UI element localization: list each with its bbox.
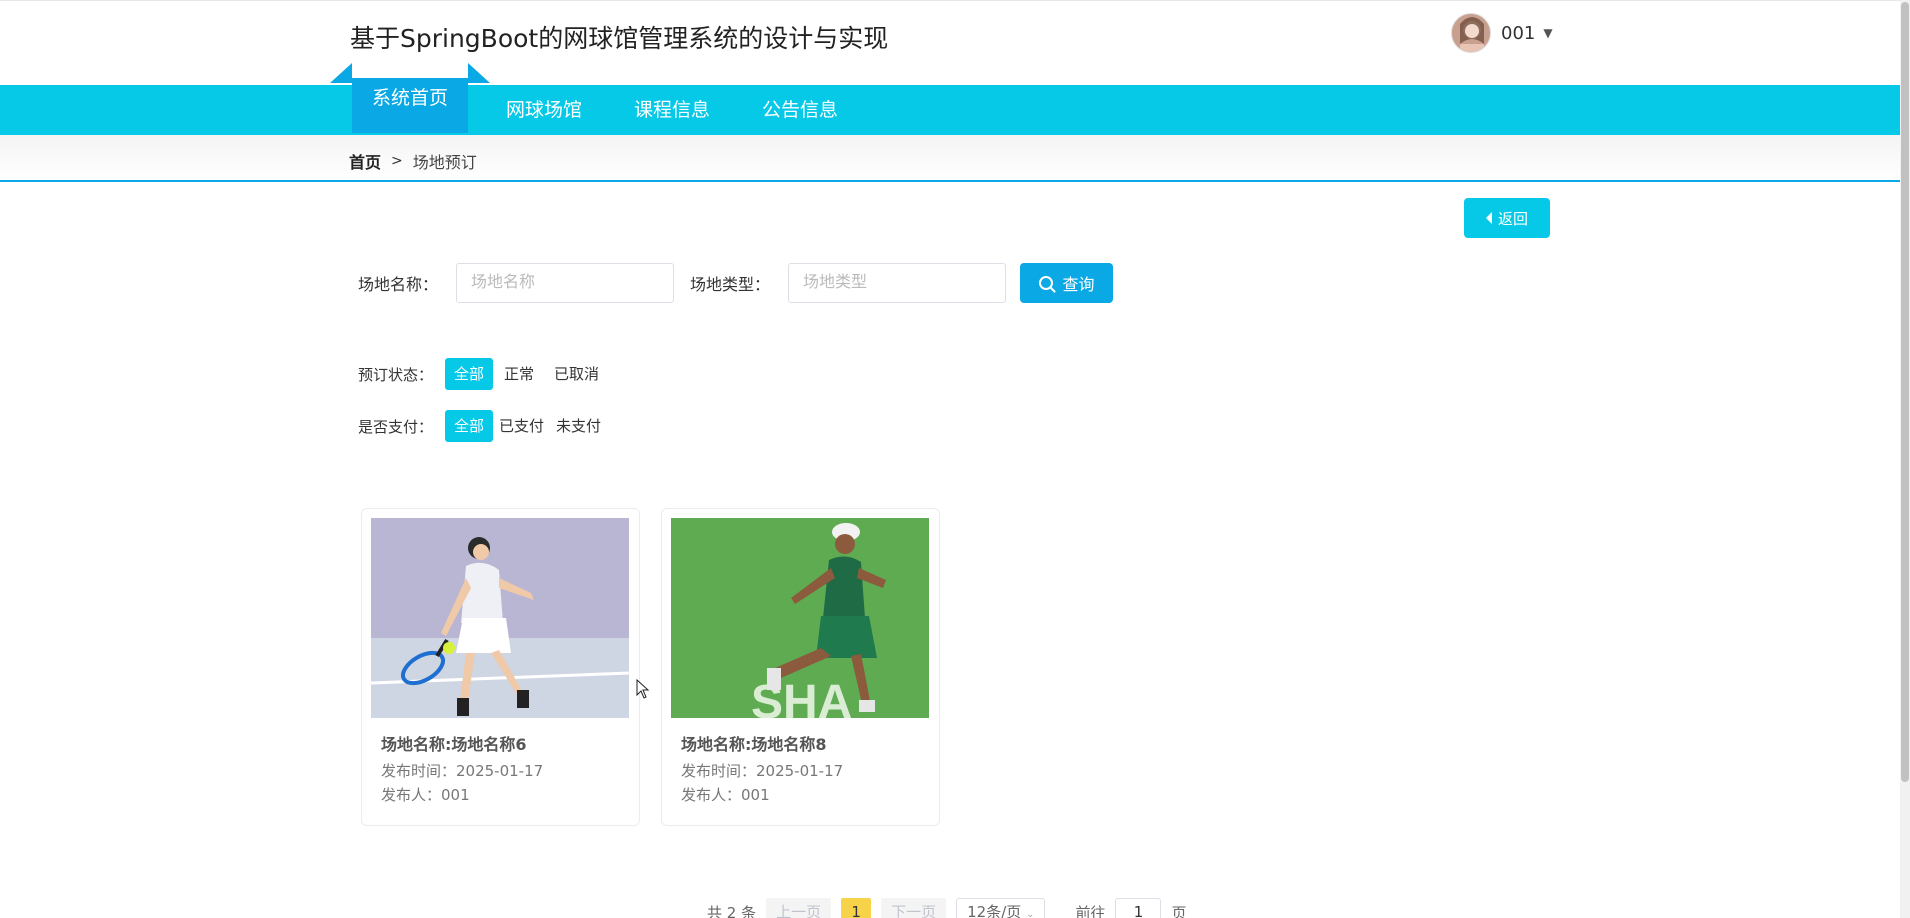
breadcrumb: 首页 > 场地预订 bbox=[349, 149, 477, 173]
venue-card-title: 场地名称:场地名称8 bbox=[681, 735, 827, 754]
pagination-total: 共 2 条 bbox=[707, 903, 757, 918]
caret-left-icon bbox=[1485, 212, 1492, 224]
nav-item-home[interactable]: 系统首页 bbox=[329, 62, 491, 133]
venue-card-time: 发布时间：2025-01-17 bbox=[381, 762, 544, 780]
status-option-cancelled[interactable]: 已取消 bbox=[545, 358, 608, 390]
back-button[interactable]: 返回 bbox=[1464, 198, 1550, 238]
status-option-normal[interactable]: 正常 bbox=[495, 358, 543, 390]
status-option-all[interactable]: 全部 bbox=[445, 358, 494, 390]
back-button-label: 返回 bbox=[1497, 209, 1528, 228]
page: 基于SpringBoot的网球馆管理系统的设计与实现 001 ▼ 系统首页 网球… bbox=[0, 0, 1910, 918]
goto-suffix: 页 bbox=[1171, 903, 1187, 918]
breadcrumb-bar: 首页 > 场地预订 bbox=[0, 135, 1900, 182]
main-nav: 系统首页 网球场馆 课程信息 公告信息 bbox=[0, 62, 1900, 135]
nav-item-venues[interactable]: 网球场馆 bbox=[480, 85, 608, 135]
caret-down-icon[interactable]: ▼ bbox=[1543, 26, 1552, 40]
search-icon bbox=[1038, 276, 1053, 290]
page-size-value: 12条/页 bbox=[967, 903, 1022, 918]
venue-card-list: 场地名称:场地名称6 发布时间：2025-01-17 发布人：001 SHA 场… bbox=[361, 508, 940, 826]
venue-type-input[interactable] bbox=[788, 263, 1007, 303]
venue-name-input[interactable] bbox=[456, 263, 675, 303]
query-button[interactable]: 查询 bbox=[1020, 263, 1114, 303]
venue-image[interactable]: SHA bbox=[671, 518, 929, 718]
paid-filter-label: 是否支付： bbox=[358, 417, 434, 436]
avatar[interactable] bbox=[1451, 13, 1491, 53]
goto-prefix: 前往 bbox=[1075, 903, 1106, 918]
status-filter: 预订状态： 全部 正常 已取消 bbox=[358, 358, 608, 390]
user-name[interactable]: 001 bbox=[1501, 23, 1535, 44]
prev-page-button[interactable]: 上一页 bbox=[766, 898, 832, 918]
pagination: 共 2 条 上一页 1 下一页 12条/页 ⌄ 前往 1 页 bbox=[707, 898, 1186, 918]
breadcrumb-home[interactable]: 首页 bbox=[349, 149, 381, 173]
paid-filter: 是否支付： 全部 已支付 未支付 bbox=[358, 410, 607, 442]
scrollbar-thumb[interactable] bbox=[1901, 2, 1909, 782]
venue-type-label: 场地类型： bbox=[690, 275, 771, 294]
venue-card-author: 发布人：001 bbox=[681, 786, 770, 804]
nav-item-courses[interactable]: 课程信息 bbox=[608, 85, 736, 135]
query-button-label: 查询 bbox=[1062, 275, 1095, 294]
status-filter-label: 预订状态： bbox=[358, 365, 434, 384]
svg-text:SHA: SHA bbox=[751, 676, 852, 718]
venue-card-time: 发布时间：2025-01-17 bbox=[681, 762, 844, 780]
mouse-cursor-icon bbox=[636, 679, 650, 699]
venue-card[interactable]: SHA 场地名称:场地名称8 发布时间：2025-01-17 发布人：001 bbox=[661, 508, 940, 826]
venue-card-author: 发布人：001 bbox=[381, 786, 470, 804]
search-row: 场地名称： 场地类型： 查询 bbox=[358, 263, 1114, 303]
breadcrumb-current: 场地预订 bbox=[412, 153, 477, 172]
paid-option-paid[interactable]: 已支付 bbox=[495, 410, 548, 442]
page-number-current[interactable]: 1 bbox=[841, 898, 872, 918]
venue-name-label: 场地名称： bbox=[358, 275, 439, 294]
next-page-button[interactable]: 下一页 bbox=[881, 898, 947, 918]
breadcrumb-separator: > bbox=[391, 153, 403, 169]
site-title: 基于SpringBoot的网球馆管理系统的设计与实现 bbox=[350, 24, 889, 53]
top-header: 基于SpringBoot的网球馆管理系统的设计与实现 001 ▼ bbox=[0, 0, 1900, 85]
page-size-select[interactable]: 12条/页 ⌄ bbox=[956, 898, 1046, 918]
chevron-down-icon: ⌄ bbox=[1026, 909, 1035, 918]
venue-card[interactable]: 场地名称:场地名称6 发布时间：2025-01-17 发布人：001 bbox=[361, 508, 640, 826]
goto-page-input[interactable]: 1 bbox=[1115, 898, 1162, 918]
paid-option-unpaid[interactable]: 未支付 bbox=[550, 410, 607, 442]
venue-card-title: 场地名称:场地名称6 bbox=[381, 735, 527, 754]
nav-item-notices[interactable]: 公告信息 bbox=[736, 85, 864, 135]
user-menu[interactable]: 001 ▼ bbox=[1451, 13, 1553, 53]
paid-option-all[interactable]: 全部 bbox=[445, 410, 494, 442]
venue-image[interactable] bbox=[371, 518, 629, 718]
